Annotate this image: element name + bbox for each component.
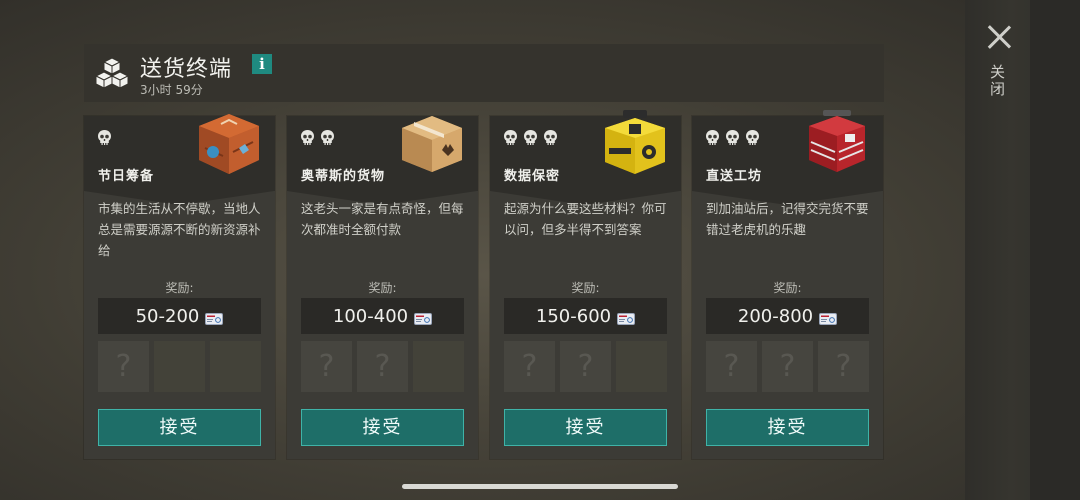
hazard-case-icon: [599, 108, 671, 180]
unknown-item-slot[interactable]: ?: [818, 341, 869, 392]
reward-value: 100-400: [332, 305, 409, 327]
empty-item-slot: [154, 341, 205, 392]
empty-item-slot: [616, 341, 667, 392]
reward-label: 奖励:: [368, 281, 397, 295]
accept-button[interactable]: 接受: [706, 409, 869, 446]
delivery-card: 节日筹备市集的生活从不停歇，当地人总是需要源源不断的新资源补给奖励: 50-200…: [84, 114, 275, 459]
reward-box: 150-600: [504, 298, 667, 334]
reward-box: 200-800: [706, 298, 869, 334]
skull-icon: [724, 129, 741, 146]
delivery-card: 奥蒂斯的货物这老头一家是有点奇怪，但每次都准时全额付款奖励: 100-400?? 接…: [287, 116, 478, 459]
skull-icon: [319, 129, 336, 146]
item-slots: ??: [301, 341, 464, 392]
unknown-item-slot[interactable]: ?: [706, 341, 757, 392]
card-title: 奥蒂斯的货物: [301, 169, 386, 184]
card-description: 市集的生活从不停歇，当地人总是需要源源不断的新资源补给: [98, 201, 261, 258]
unknown-item-slot[interactable]: ?: [98, 341, 149, 392]
side-panel-edge: [1030, 0, 1080, 500]
timer-text: 3小时 59分: [140, 83, 203, 97]
red-toolbox-icon: [801, 108, 873, 180]
accept-button[interactable]: 接受: [504, 409, 667, 446]
empty-item-slot: [210, 341, 261, 392]
difficulty-skulls: [704, 129, 761, 146]
empty-item-slot: [413, 341, 464, 392]
accept-button[interactable]: 接受: [301, 409, 464, 446]
card-description: 起源为什么要这些材料？你可以问，但多半得不到答案: [504, 201, 667, 237]
card-title: 数据保密: [504, 169, 561, 184]
close-icon[interactable]: [982, 20, 1016, 54]
card-title: 节日筹备: [98, 169, 155, 184]
unknown-item-slot[interactable]: ?: [301, 341, 352, 392]
skull-icon: [502, 129, 519, 146]
difficulty-skulls: [502, 129, 559, 146]
accept-button[interactable]: 接受: [98, 409, 261, 446]
coupon-icon: [205, 310, 224, 325]
difficulty-skulls: [299, 129, 336, 146]
unknown-item-slot[interactable]: ?: [357, 341, 408, 392]
item-slots: ???: [706, 341, 869, 392]
unknown-item-slot[interactable]: ?: [762, 341, 813, 392]
reward-label: 奖励:: [773, 281, 802, 295]
coupon-icon: [414, 310, 433, 325]
terminal-header: 送货终端 i 3小时 59分: [84, 44, 884, 102]
skull-icon: [96, 129, 113, 146]
item-slots: ??: [504, 341, 667, 392]
coupon-icon: [617, 310, 636, 325]
skull-icon: [542, 129, 559, 146]
unknown-item-slot[interactable]: ?: [504, 341, 555, 392]
cardboard-box-icon: [396, 108, 468, 180]
festival-crate-icon: [193, 108, 265, 180]
reward-value: 200-800: [737, 305, 814, 327]
reward-value: 50-200: [135, 305, 200, 327]
card-description: 到加油站后，记得交完货不要错过老虎机的乐趣: [706, 201, 869, 237]
unknown-item-slot[interactable]: ?: [560, 341, 611, 392]
skull-icon: [744, 129, 761, 146]
difficulty-skulls: [96, 129, 113, 146]
skull-icon: [522, 129, 539, 146]
page-title: 送货终端: [140, 57, 233, 82]
home-indicator[interactable]: [402, 484, 678, 489]
close-label[interactable]: 关闭: [988, 64, 1008, 98]
reward-label: 奖励:: [571, 281, 600, 295]
skull-icon: [299, 129, 316, 146]
reward-box: 50-200: [98, 298, 261, 334]
card-description: 这老头一家是有点奇怪，但每次都准时全额付款: [301, 201, 464, 237]
delivery-card: 数据保密起源为什么要这些材料？你可以问，但多半得不到答案奖励: 150-600??…: [490, 110, 681, 459]
reward-label: 奖励:: [165, 281, 194, 295]
reward-value: 150-600: [535, 305, 612, 327]
reward-box: 100-400: [301, 298, 464, 334]
skull-icon: [704, 129, 721, 146]
card-title: 直送工坊: [706, 169, 763, 184]
delivery-card: 直送工坊到加油站后，记得交完货不要错过老虎机的乐趣奖励: 200-800??? 接受: [692, 110, 883, 459]
item-slots: ?: [98, 341, 261, 392]
info-icon[interactable]: i: [252, 54, 272, 74]
coupon-icon: [819, 310, 838, 325]
boxes-icon: [94, 57, 130, 89]
